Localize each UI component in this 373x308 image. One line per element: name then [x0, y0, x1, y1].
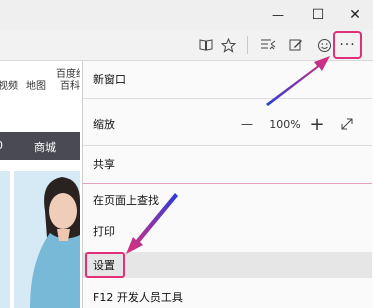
zoom-level: 100%: [265, 111, 305, 137]
hub-button[interactable]: [256, 30, 280, 60]
page-link-video[interactable]: 视频: [0, 77, 18, 92]
pen-icon: [289, 39, 302, 51]
book-icon: [199, 39, 213, 51]
minus-icon: —: [241, 117, 253, 131]
menu-item-zoom: 缩放 — 100% +: [83, 111, 372, 137]
woman-photo-illustration: [0, 171, 80, 308]
close-icon: ✕: [349, 7, 361, 23]
favorite-button[interactable]: [216, 30, 240, 60]
maximize-icon: ☐: [311, 7, 325, 23]
reading-view-button[interactable]: [194, 30, 218, 60]
menu-item-find-on-page[interactable]: 在页面上查找: [83, 187, 372, 213]
web-note-button[interactable]: [284, 30, 308, 60]
menu-item-label: 新窗口: [93, 73, 126, 86]
menu-item-settings[interactable]: 设置: [83, 252, 372, 278]
menu-item-label: 打印: [93, 225, 115, 238]
minimize-icon: —: [272, 8, 284, 22]
close-button[interactable]: ✕: [336, 0, 373, 30]
menu-divider: [83, 98, 372, 99]
page-nav-item[interactable]: 0: [0, 139, 3, 152]
zoom-in-button[interactable]: +: [303, 111, 331, 137]
menu-item-new-window[interactable]: 新窗口: [83, 66, 372, 92]
minimize-button[interactable]: —: [259, 0, 297, 30]
menu-item-print[interactable]: 打印: [83, 218, 372, 244]
toolbar-separator: [247, 36, 248, 54]
menu-item-share[interactable]: 共享: [83, 151, 372, 177]
star-icon: [220, 37, 236, 53]
web-page-content: 视频 地图 百度经 百科 0 商城: [0, 61, 80, 308]
page-photo: [0, 171, 80, 308]
more-icon: ···: [339, 37, 356, 53]
menu-divider: [83, 145, 372, 146]
menu-item-label: 共享: [93, 158, 115, 171]
menu-item-label: F12 开发人员工具: [93, 291, 183, 304]
page-nav-bar: 0 商城: [0, 132, 80, 160]
more-actions-button[interactable]: ···: [333, 31, 362, 59]
hub-icon: [261, 39, 276, 50]
smiley-icon: [317, 38, 331, 52]
expand-icon: [341, 118, 353, 130]
menu-item-label: 缩放: [93, 118, 115, 131]
fullscreen-button[interactable]: [333, 111, 361, 137]
more-actions-menu: 新窗口 缩放 — 100% + 共享 在页面上查找 打印 设置 F12 开发人员: [82, 61, 373, 308]
maximize-button[interactable]: ☐: [299, 0, 337, 30]
plus-icon: +: [309, 113, 325, 135]
page-link-map[interactable]: 地图: [26, 77, 46, 92]
menu-item-label: 设置: [93, 259, 115, 272]
menu-item-label: 在页面上查找: [93, 194, 159, 207]
menu-item-devtools[interactable]: F12 开发人员工具: [83, 286, 372, 308]
menu-divider: [83, 183, 372, 184]
page-nav-mall[interactable]: 商城: [34, 139, 56, 155]
zoom-out-button[interactable]: —: [233, 111, 261, 137]
page-link-baike[interactable]: 百科: [60, 77, 80, 92]
zoom-value: 100%: [269, 117, 301, 131]
